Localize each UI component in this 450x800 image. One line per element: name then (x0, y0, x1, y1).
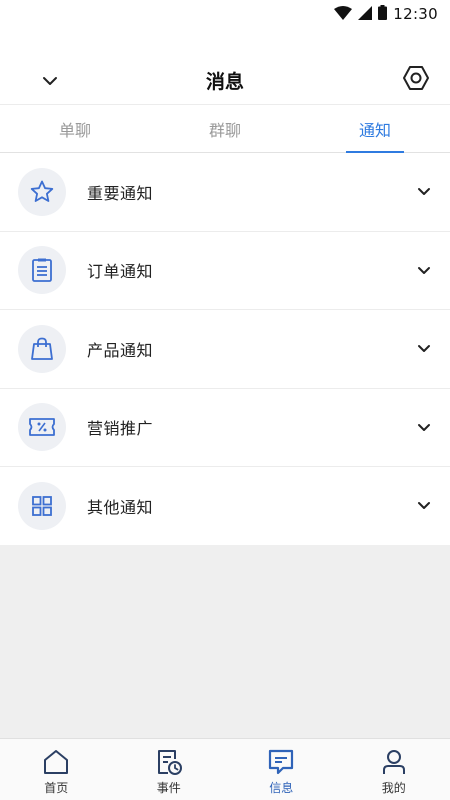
nav-profile[interactable]: 我的 (338, 739, 450, 800)
signal-icon (358, 5, 373, 24)
home-icon (41, 747, 71, 777)
bottom-nav: 首页 事件 信息 我的 (0, 738, 450, 800)
chevron-down-icon (414, 339, 434, 359)
chevron-down-icon (42, 71, 58, 90)
coupon-icon (18, 403, 66, 452)
nav-label: 首页 (44, 781, 69, 795)
status-bar: 12:30 (0, 0, 450, 28)
tab-notifications[interactable]: 通知 (300, 105, 450, 152)
collapse-button[interactable] (34, 64, 66, 96)
tab-single-chat[interactable]: 单聊 (0, 105, 150, 152)
nav-home[interactable]: 首页 (0, 739, 113, 800)
user-icon (379, 747, 409, 777)
nav-label: 我的 (381, 781, 406, 795)
wifi-icon (334, 5, 353, 24)
nav-messages[interactable]: 信息 (225, 739, 338, 800)
settings-hexagon-icon (402, 64, 430, 96)
grid-icon (18, 481, 66, 530)
settings-button[interactable] (400, 64, 432, 96)
list-item-label: 重要通知 (87, 183, 154, 203)
tab-bar: 单聊 群聊 通知 (0, 104, 450, 153)
event-clock-icon (154, 747, 184, 777)
nav-label: 信息 (269, 781, 294, 795)
star-icon (18, 167, 66, 216)
notification-list: 重要通知 订单通知 产品通知 营销推广 其他通知 (0, 153, 450, 546)
page-title: 消息 (205, 70, 244, 93)
list-item-label: 营销推广 (87, 419, 154, 439)
clipboard-list-icon (18, 246, 66, 295)
list-item-important[interactable]: 重要通知 (0, 153, 450, 232)
empty-area (0, 545, 450, 738)
battery-icon (378, 4, 388, 24)
chevron-down-icon (414, 182, 434, 202)
list-item-label: 其他通知 (87, 497, 154, 517)
header: 消息 (0, 56, 450, 104)
chevron-down-icon (414, 417, 434, 437)
nav-events[interactable]: 事件 (113, 739, 226, 800)
list-item-label: 产品通知 (87, 340, 154, 360)
list-item-product[interactable]: 产品通知 (0, 310, 450, 389)
list-item-order[interactable]: 订单通知 (0, 231, 450, 310)
list-item-marketing[interactable]: 营销推广 (0, 388, 450, 467)
list-item-other[interactable]: 其他通知 (0, 467, 450, 546)
tab-group-chat[interactable]: 群聊 (150, 105, 300, 152)
message-icon (266, 747, 296, 777)
shopping-bag-icon (18, 324, 66, 373)
chevron-down-icon (414, 496, 434, 516)
list-item-label: 订单通知 (87, 262, 154, 282)
nav-label: 事件 (156, 781, 181, 795)
chevron-down-icon (414, 260, 434, 280)
status-time: 12:30 (393, 5, 438, 23)
